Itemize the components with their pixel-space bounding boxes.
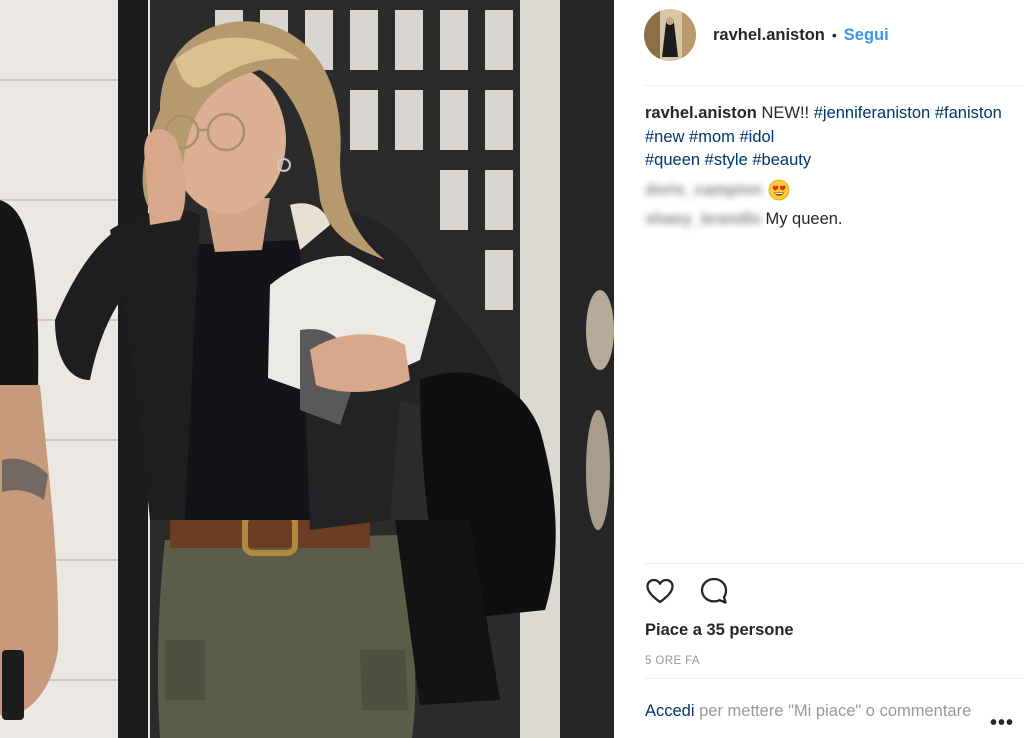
comments-list: ravhel.aniston NEW!! #jenniferaniston #f… — [645, 102, 1015, 232]
comment-row: doris_campion — [645, 179, 1015, 203]
hashtag-link[interactable]: #style — [705, 151, 748, 169]
hashtag-link[interactable]: #idol — [739, 128, 774, 146]
comment-username-blurred[interactable]: doris_campion — [645, 179, 762, 203]
comment-text: My queen. — [765, 210, 843, 228]
actions-divider — [644, 563, 1024, 564]
login-divider — [644, 678, 1024, 679]
login-prompt-text: per mettere "Mi piace" o commentare — [694, 702, 972, 720]
hashtag-link[interactable]: #queen — [645, 151, 700, 169]
action-bar — [644, 575, 752, 607]
header-separator: • — [831, 27, 837, 43]
likes-count[interactable]: Piace a 35 persone — [645, 621, 794, 640]
follow-button[interactable]: Segui — [844, 26, 889, 45]
post-photo[interactable] — [0, 0, 614, 738]
post-image — [0, 0, 614, 738]
comment-username-blurred[interactable]: shaey_brandlo — [645, 208, 761, 232]
comment-row: shaey_brandlo My queen. — [645, 208, 1015, 232]
avatar[interactable] — [644, 9, 696, 61]
login-link[interactable]: Accedi — [645, 702, 695, 720]
more-options-button[interactable]: ••• — [990, 713, 1014, 733]
heart-eyes-emoji-icon — [768, 179, 790, 201]
hashtag-link[interactable]: #new — [645, 128, 684, 146]
header-username[interactable]: ravhel.aniston — [713, 26, 825, 45]
hashtag-link[interactable]: #jenniferaniston — [814, 104, 931, 122]
hashtag-link[interactable]: #mom — [689, 128, 735, 146]
avatar-image — [644, 9, 696, 61]
post-header: ravhel.aniston • Segui — [644, 6, 1024, 64]
post-side-panel: ravhel.aniston • Segui ravhel.aniston NE… — [614, 0, 1024, 738]
caption-username[interactable]: ravhel.aniston — [645, 104, 757, 122]
heart-outline-icon[interactable] — [644, 575, 676, 607]
header-divider — [644, 85, 1024, 86]
hashtag-link[interactable]: #beauty — [752, 151, 811, 169]
hashtag-link[interactable]: #faniston — [935, 104, 1002, 122]
comment-bubble-icon[interactable] — [698, 575, 730, 607]
caption: ravhel.aniston NEW!! #jenniferaniston #f… — [645, 102, 1015, 173]
caption-text: NEW!! — [761, 104, 810, 122]
post-timestamp[interactable]: 5 ORE FA — [645, 655, 700, 667]
login-prompt: Accedi per mettere "Mi piace" o commenta… — [645, 700, 975, 722]
